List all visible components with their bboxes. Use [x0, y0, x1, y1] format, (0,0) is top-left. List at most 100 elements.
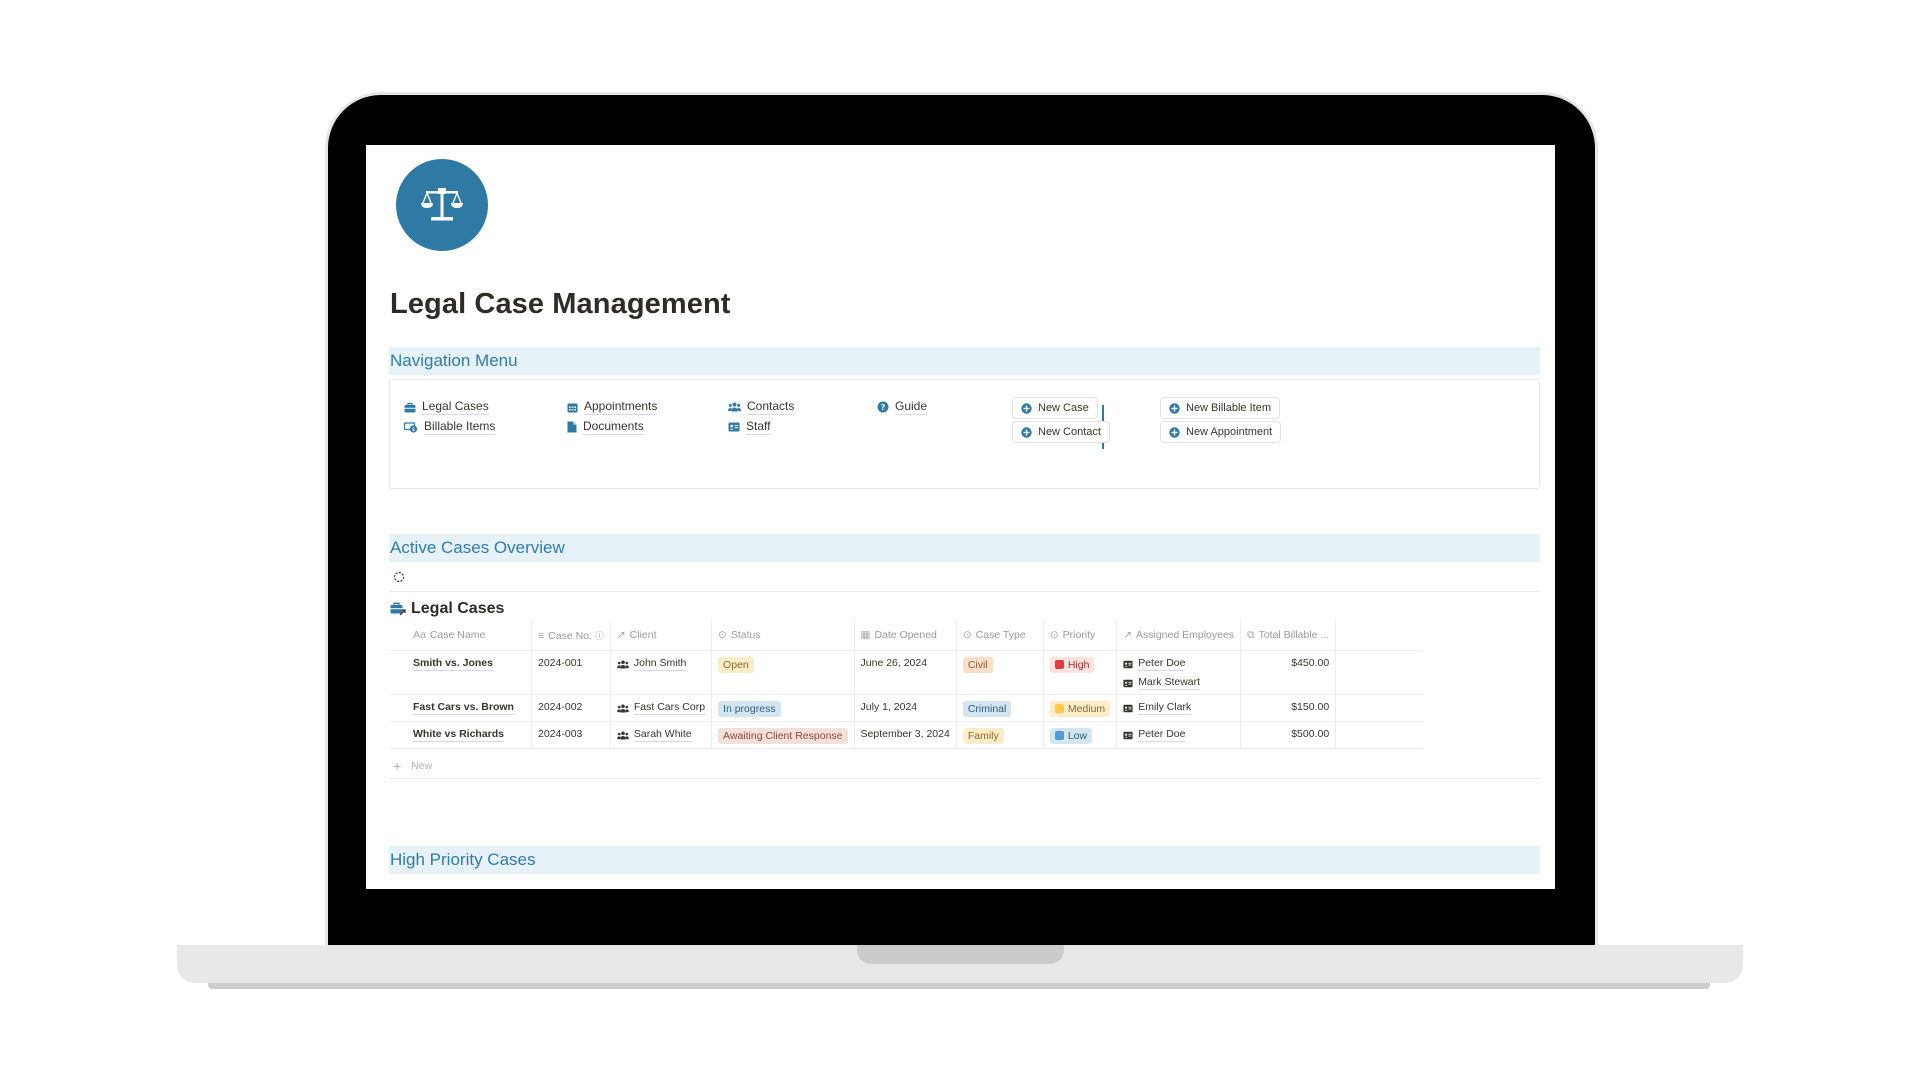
cell-priority[interactable]: Low: [1042, 721, 1117, 749]
new-case-button[interactable]: New Case: [1012, 397, 1098, 419]
money-bill-icon: ⧉: [1247, 628, 1255, 641]
cell-client[interactable]: Fast Cars Corp: [609, 694, 712, 722]
nav-link-staff[interactable]: Staff: [728, 419, 771, 435]
cell-case-name[interactable]: White vs Richards: [389, 721, 532, 749]
cell-total-billable: $450.00: [1240, 650, 1336, 695]
new-appointment-button[interactable]: New Appointment: [1160, 421, 1282, 443]
plus-circle-icon: [1021, 402, 1032, 414]
priority-badge: High: [1049, 657, 1095, 673]
new-contact-button[interactable]: New Contact: [1012, 421, 1110, 443]
page-icon[interactable]: [396, 159, 488, 251]
cell-case-no: 2024-002: [531, 694, 611, 722]
table-row[interactable]: Fast Cars vs. Brown 2024-002 Fast Cars C…: [389, 694, 1423, 722]
text-lines-icon: ≡: [538, 629, 545, 642]
svg-text:$: $: [412, 427, 416, 433]
table-row[interactable]: Smith vs. Jones 2024-001 John Smith Open…: [389, 650, 1423, 695]
status-icon: ⊙: [718, 629, 727, 641]
cell-status[interactable]: Awaiting Client Response: [711, 721, 855, 749]
calendar-icon: [567, 403, 578, 412]
column-header-case-no[interactable]: ≡ Case No. ⓘ: [531, 620, 611, 651]
column-header-assigned-employees[interactable]: ↗ Assigned Employees: [1116, 620, 1241, 651]
laptop-notch: [857, 945, 1064, 964]
nav-link-appointments[interactable]: Appointments: [567, 399, 658, 415]
column-header-date-opened[interactable]: ▦ Date Opened: [853, 620, 957, 651]
column-header-status[interactable]: ⊙ Status: [711, 620, 855, 651]
document-icon: [567, 421, 577, 433]
case-type-badge: Family: [962, 728, 1004, 744]
laptop-base-shadow: [208, 983, 1710, 989]
column-header-case-name[interactable]: Aa Case Name: [389, 620, 532, 651]
cell-case-type[interactable]: Criminal: [955, 694, 1044, 722]
nav-link-billable-items[interactable]: $ Billable Items: [404, 419, 496, 435]
cell-status[interactable]: In progress: [711, 694, 855, 722]
id-card-icon: [1123, 704, 1133, 712]
section-heading-active-cases: Active Cases Overview: [389, 534, 1540, 562]
cell-case-type[interactable]: Family: [955, 721, 1044, 749]
new-billable-item-button[interactable]: New Billable Item: [1160, 397, 1280, 419]
cell-client[interactable]: John Smith: [609, 650, 712, 695]
cell-assigned-employees[interactable]: Peter Doe Mark Stewart: [1116, 650, 1241, 695]
select-icon: ⊙: [1049, 629, 1059, 641]
id-card-icon: [728, 422, 740, 432]
add-new-row-button[interactable]: + New: [393, 758, 432, 774]
cell-priority[interactable]: High: [1042, 650, 1117, 695]
section-heading-text: High Priority Cases: [390, 850, 536, 869]
case-type-badge: Civil: [962, 657, 993, 673]
table-row[interactable]: White vs Richards 2024-003 Sarah White A…: [389, 721, 1423, 749]
users-icon: [617, 659, 629, 669]
nav-link-contacts[interactable]: Contacts: [728, 399, 795, 415]
plus-circle-icon: [1169, 402, 1180, 414]
cell-empty: [1335, 721, 1423, 749]
select-icon: ⊙: [962, 629, 972, 641]
users-icon: [617, 703, 629, 713]
table-header-row: Aa Case Name ≡ Case No. ⓘ ↗ Client ⊙ Status …: [389, 620, 1423, 651]
priority-high-icon: [1054, 660, 1064, 669]
cell-case-name[interactable]: Smith vs. Jones: [389, 650, 532, 695]
priority-medium-icon: [1054, 704, 1064, 713]
cell-case-no: 2024-003: [531, 721, 611, 749]
cell-assigned-employees[interactable]: Peter Doe: [1116, 721, 1241, 749]
cell-assigned-employees[interactable]: Emily Clark: [1116, 694, 1241, 722]
cell-priority[interactable]: Medium: [1042, 694, 1117, 722]
svg-text:?: ?: [881, 403, 886, 412]
cell-total-billable: $150.00: [1240, 694, 1336, 722]
column-header-client[interactable]: ↗ Client: [609, 620, 712, 651]
cell-date-opened: July 1, 2024: [853, 694, 957, 722]
money-bill-icon: $: [404, 421, 418, 433]
legal-cases-table: Aa Case Name ≡ Case No. ⓘ ↗ Client ⊙ Status …: [389, 620, 1423, 749]
question-circle-icon: ?: [877, 401, 889, 413]
briefcase-link-icon: [390, 602, 406, 616]
users-icon: [617, 730, 629, 740]
loading-spinner-icon: [392, 884, 404, 889]
relation-arrow-icon: ↗: [616, 629, 626, 641]
plus-circle-icon: [1169, 426, 1180, 438]
cell-empty: [1335, 694, 1423, 722]
database-title[interactable]: Legal Cases: [390, 600, 504, 618]
text-property-icon: Aa: [413, 629, 426, 641]
nav-link-guide[interactable]: ? Guide: [877, 399, 928, 415]
cell-empty: [1335, 650, 1423, 695]
nav-link-documents[interactable]: Documents: [567, 419, 644, 435]
status-badge: In progress: [718, 701, 781, 717]
cell-case-type[interactable]: Civil: [955, 650, 1044, 695]
column-header-case-type[interactable]: ⊙ Case Type: [955, 620, 1044, 651]
priority-low-icon: [1054, 731, 1064, 740]
plus-icon: +: [393, 758, 402, 774]
cell-status[interactable]: Open: [711, 650, 855, 695]
cell-client[interactable]: Sarah White: [609, 721, 712, 749]
section-heading-high-priority: High Priority Cases: [389, 846, 1540, 874]
column-header-total-billable[interactable]: ⧉ Total Billable ...: [1240, 620, 1336, 651]
cell-date-opened: June 26, 2024: [853, 650, 957, 695]
cell-case-no: 2024-001: [531, 650, 611, 695]
priority-badge: Low: [1049, 728, 1093, 744]
case-type-badge: Criminal: [962, 701, 1012, 717]
id-card-icon: [1123, 679, 1133, 687]
divider: [389, 778, 1540, 779]
column-header-priority[interactable]: ⊙ Priority: [1042, 620, 1117, 651]
nav-link-legal-cases[interactable]: Legal Cases: [404, 399, 489, 415]
info-icon: ⓘ: [594, 630, 604, 641]
status-badge: Open: [718, 657, 754, 673]
cell-case-name[interactable]: Fast Cars vs. Brown: [389, 694, 532, 722]
section-heading-text: Active Cases Overview: [390, 538, 565, 557]
briefcase-icon: [404, 402, 416, 412]
